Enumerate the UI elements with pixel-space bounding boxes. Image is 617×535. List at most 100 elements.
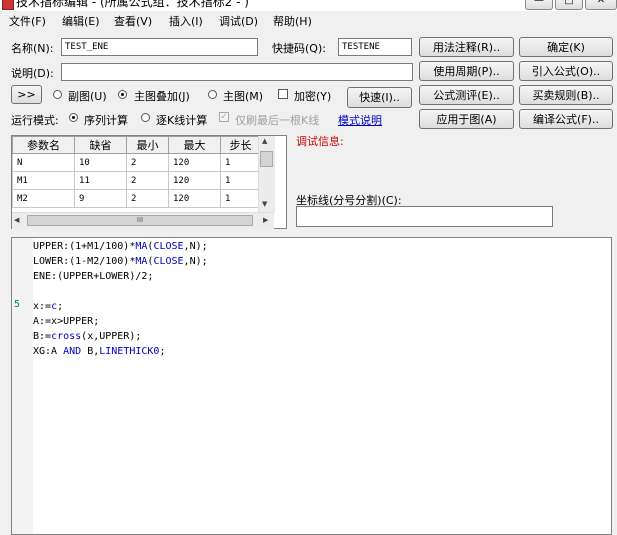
vscroll-thumb[interactable]	[260, 151, 273, 167]
window-title: 技术指标编辑 - (所属公式组：技术指标2 - )	[16, 0, 249, 9]
hotkey-input[interactable]: TESTENE	[338, 38, 412, 56]
mode-help-link[interactable]: 模式说明	[338, 112, 382, 128]
code-token: ;	[57, 301, 64, 312]
menu-edit[interactable]: 编辑(E)	[62, 13, 100, 29]
radio-main-chart[interactable]	[208, 90, 217, 99]
code-text[interactable]: UPPER:(1+M1/100)*MA(CLOSE,N); LOWER:(1-M2…	[33, 239, 208, 359]
table-row[interactable]: M2 9 2 120 1	[12, 189, 261, 208]
code-line[interactable]: ENE:(UPPER+LOWER)/2;	[33, 269, 208, 284]
code-keyword: CLOSE	[153, 241, 184, 252]
scroll-left-icon[interactable]: ◀	[14, 216, 19, 224]
menu-help[interactable]: 帮助(H)	[273, 13, 312, 29]
cell-min[interactable]: 2	[126, 189, 169, 208]
last-k-checkbox: ✓	[219, 112, 229, 122]
table-row[interactable]: N 10 2 120 1	[12, 153, 261, 172]
radio-sequence-calc-label: 序列计算	[84, 114, 128, 127]
header-max[interactable]: 最大	[168, 136, 221, 154]
cell-default[interactable]: 10	[74, 153, 127, 172]
radio-main-overlay-label: 主图叠加(J)	[134, 90, 190, 103]
hotkey-label: 快捷码(Q):	[272, 42, 326, 55]
code-line[interactable]: x:=c;	[33, 299, 208, 314]
param-table-vscrollbar[interactable]: ▲ ▼	[258, 136, 275, 212]
header-step[interactable]: 步长	[220, 136, 261, 154]
code-editor[interactable]: 5 UPPER:(1+M1/100)*MA(CLOSE,N); LOWER:(1-…	[11, 237, 612, 535]
code-line[interactable]: A:=x>UPPER;	[33, 314, 208, 329]
title-bar: 技术指标编辑 - (所属公式组：技术指标2 - ) — □ ✕	[0, 0, 617, 11]
code-keyword: LINETHICK0	[99, 346, 160, 357]
code-token: B,	[81, 346, 100, 357]
code-token: UPPER:(1+M1/100)*	[33, 241, 136, 252]
usage-period-button[interactable]: 使用周期(P)..	[419, 61, 514, 81]
param-table-hscrollbar[interactable]: ◀ III ▶	[12, 212, 274, 229]
cell-param-name[interactable]: M2	[12, 189, 75, 208]
radio-main-chart-label: 主图(M)	[223, 90, 264, 103]
table-row[interactable]: M1 11 2 120 1	[12, 171, 261, 190]
description-input[interactable]	[61, 63, 413, 81]
quick-button[interactable]: 快速(I)..	[347, 87, 412, 108]
code-token: (x,UPPER);	[81, 331, 142, 342]
code-token: ,N);	[183, 256, 208, 267]
apply-to-chart-button[interactable]: 应用于图(A)	[419, 109, 514, 129]
cell-default[interactable]: 11	[74, 171, 127, 190]
code-line[interactable]: XG:A AND B,LINETHICK0;	[33, 344, 208, 359]
cell-param-name[interactable]: N	[12, 153, 75, 172]
cell-step[interactable]: 1	[220, 171, 261, 190]
code-line[interactable]: LOWER:(1-M2/100)*MA(CLOSE,N);	[33, 254, 208, 269]
param-table-header: 参数名 缺省 最小 最大 步长	[12, 136, 261, 154]
code-line[interactable]: B:=cross(x,UPPER);	[33, 329, 208, 344]
name-input[interactable]: TEST_ENE	[61, 38, 258, 56]
code-line[interactable]: UPPER:(1+M1/100)*MA(CLOSE,N);	[33, 239, 208, 254]
scroll-up-icon[interactable]: ▲	[262, 137, 267, 145]
code-token: ENE:(UPPER+LOWER)/2;	[33, 271, 154, 282]
header-default[interactable]: 缺省	[74, 136, 127, 154]
header-param-name[interactable]: 参数名	[12, 136, 75, 154]
menu-view[interactable]: 查看(V)	[114, 13, 152, 29]
code-token: XG:A	[33, 346, 64, 357]
radio-sequence-calc[interactable]	[69, 113, 78, 122]
import-formula-button[interactable]: 引入公式(O)..	[519, 61, 613, 81]
expand-button[interactable]: >>	[11, 85, 42, 104]
editor-gutter	[12, 238, 33, 534]
code-line[interactable]	[33, 284, 208, 299]
cell-default[interactable]: 9	[74, 189, 127, 208]
hscroll-thumb[interactable]: III	[27, 215, 253, 226]
formula-test-button[interactable]: 公式测评(E)..	[419, 85, 514, 105]
app-icon	[2, 0, 14, 10]
cell-param-name[interactable]: M1	[12, 171, 75, 190]
menu-debug[interactable]: 调试(D)	[219, 13, 258, 29]
maximize-button[interactable]: □	[555, 0, 583, 10]
name-label: 名称(N):	[11, 42, 54, 55]
minimize-button[interactable]: —	[525, 0, 553, 10]
cell-step[interactable]: 1	[220, 153, 261, 172]
cell-max[interactable]: 120	[168, 153, 221, 172]
usage-notes-button[interactable]: 用法注释(R)..	[419, 37, 514, 57]
encrypt-label: 加密(Y)	[294, 90, 332, 103]
axis-lines-input[interactable]	[296, 206, 553, 227]
radio-per-k-calc[interactable]	[141, 113, 150, 122]
code-token: ,N);	[183, 241, 208, 252]
cell-max[interactable]: 120	[168, 189, 221, 208]
menu-file[interactable]: 文件(F)	[9, 13, 46, 29]
param-table-grid: 参数名 缺省 最小 最大 步长 N 10 2 120 1 M1 11 2 120…	[12, 136, 261, 208]
compile-formula-button[interactable]: 编译公式(F)..	[519, 109, 613, 129]
cell-max[interactable]: 120	[168, 171, 221, 190]
radio-sub-chart-label: 副图(U)	[68, 90, 107, 103]
cell-step[interactable]: 1	[220, 189, 261, 208]
encrypt-checkbox[interactable]	[278, 89, 288, 99]
confirm-button[interactable]: 确定(K)	[519, 37, 613, 57]
trade-rules-button[interactable]: 买卖规则(B)..	[519, 85, 613, 105]
header-min[interactable]: 最小	[126, 136, 169, 154]
radio-per-k-calc-label: 逐K线计算	[156, 114, 208, 127]
code-token: A:=x>UPPER;	[33, 316, 100, 327]
code-token: x:=	[33, 301, 52, 312]
code-keyword: MA	[135, 256, 148, 267]
line-number: 5	[14, 299, 21, 310]
scroll-down-icon[interactable]: ▼	[262, 200, 267, 208]
scroll-right-icon[interactable]: ▶	[263, 216, 268, 224]
radio-main-overlay[interactable]	[118, 90, 127, 99]
close-button[interactable]: ✕	[585, 0, 617, 10]
cell-min[interactable]: 2	[126, 153, 169, 172]
cell-min[interactable]: 2	[126, 171, 169, 190]
radio-sub-chart[interactable]	[53, 90, 62, 99]
menu-insert[interactable]: 插入(I)	[169, 13, 203, 29]
